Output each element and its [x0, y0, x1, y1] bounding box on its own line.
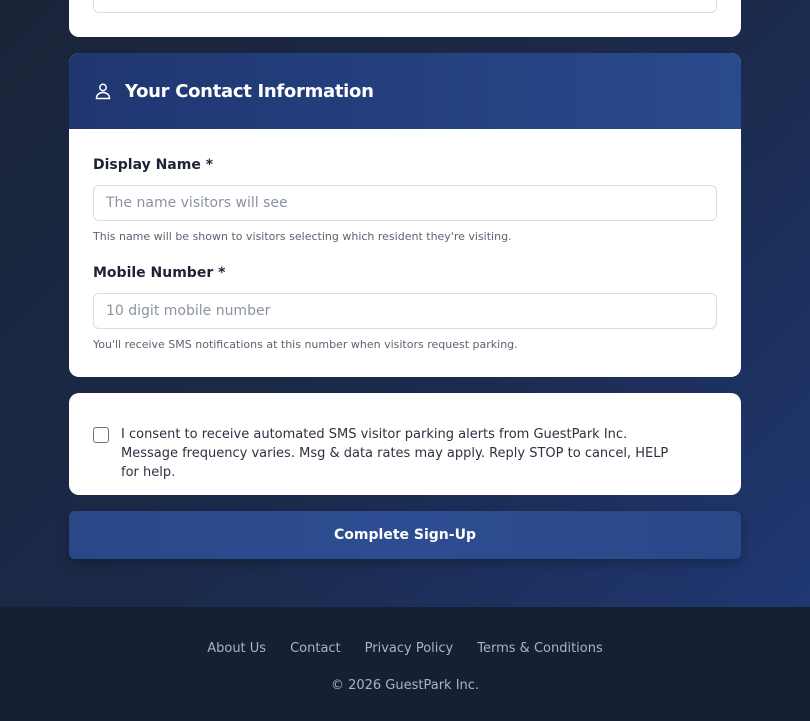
main-content: Your Contact Information Display Name * …	[0, 0, 810, 607]
sms-consent-text: I consent to receive automated SMS visit…	[121, 427, 669, 480]
complete-signup-button[interactable]: Complete Sign-Up	[69, 511, 741, 559]
mobile-number-help: You'll receive SMS notifications at this…	[93, 338, 518, 351]
display-name-input[interactable]	[93, 185, 717, 221]
footer-link-contact[interactable]: Contact	[290, 641, 341, 656]
contact-section-title: Your Contact Information	[125, 80, 374, 102]
user-icon	[93, 81, 113, 101]
footer: About Us Contact Privacy Policy Terms & …	[0, 607, 810, 721]
display-name-help: This name will be shown to visitors sele…	[93, 230, 512, 243]
previous-section-input[interactable]	[93, 0, 717, 13]
footer-link-terms-conditions[interactable]: Terms & Conditions	[477, 641, 603, 656]
previous-section-card	[69, 0, 741, 37]
footer-link-about-us[interactable]: About Us	[207, 641, 266, 656]
footer-link-privacy-policy[interactable]: Privacy Policy	[365, 641, 454, 656]
sms-consent-card: I consent to receive automated SMS visit…	[69, 393, 741, 495]
copyright-text: © 2026 GuestPark Inc.	[330, 678, 480, 693]
mobile-number-input[interactable]	[93, 293, 717, 329]
contact-card-header: Your Contact Information	[69, 53, 741, 129]
mobile-number-label: Mobile Number *	[93, 265, 226, 281]
contact-information-card: Your Contact Information Display Name * …	[69, 53, 741, 377]
sms-consent-checkbox[interactable]	[93, 427, 109, 443]
display-name-label: Display Name *	[93, 157, 214, 173]
footer-links: About Us Contact Privacy Policy Terms & …	[0, 641, 810, 656]
